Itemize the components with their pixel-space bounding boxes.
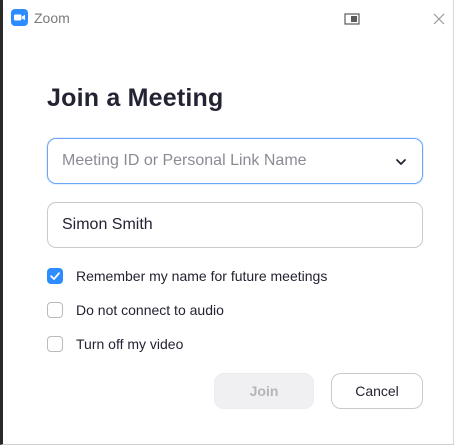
no-audio-checkbox[interactable] <box>47 302 63 318</box>
no-audio-label: Do not connect to audio <box>76 302 224 318</box>
app-title: Zoom <box>34 10 70 26</box>
zoom-camera-icon <box>11 9 28 26</box>
close-icon[interactable] <box>431 11 447 27</box>
title-bar: Zoom <box>3 0 453 38</box>
remember-name-label: Remember my name for future meetings <box>76 268 328 284</box>
remember-name-option[interactable]: Remember my name for future meetings <box>47 266 327 286</box>
meeting-id-input[interactable] <box>62 139 382 183</box>
chevron-down-icon[interactable] <box>395 155 407 167</box>
cancel-button[interactable]: Cancel <box>331 373 423 409</box>
zoom-join-dialog: Zoom Join a Meeting Meeting ID or Person… <box>0 0 454 445</box>
name-input[interactable] <box>62 203 402 247</box>
name-field[interactable] <box>47 202 423 248</box>
remember-name-checkbox[interactable] <box>47 268 63 284</box>
window-layout-icon[interactable] <box>343 11 363 27</box>
video-off-checkbox[interactable] <box>47 336 63 352</box>
no-audio-option[interactable]: Do not connect to audio <box>47 300 224 320</box>
video-off-label: Turn off my video <box>76 336 184 352</box>
checkmark-icon <box>50 272 60 280</box>
meeting-id-combobox[interactable] <box>47 138 423 184</box>
join-button[interactable]: Join <box>214 373 314 409</box>
video-off-option[interactable]: Turn off my video <box>47 334 183 354</box>
page-title: Join a Meeting <box>47 84 224 112</box>
